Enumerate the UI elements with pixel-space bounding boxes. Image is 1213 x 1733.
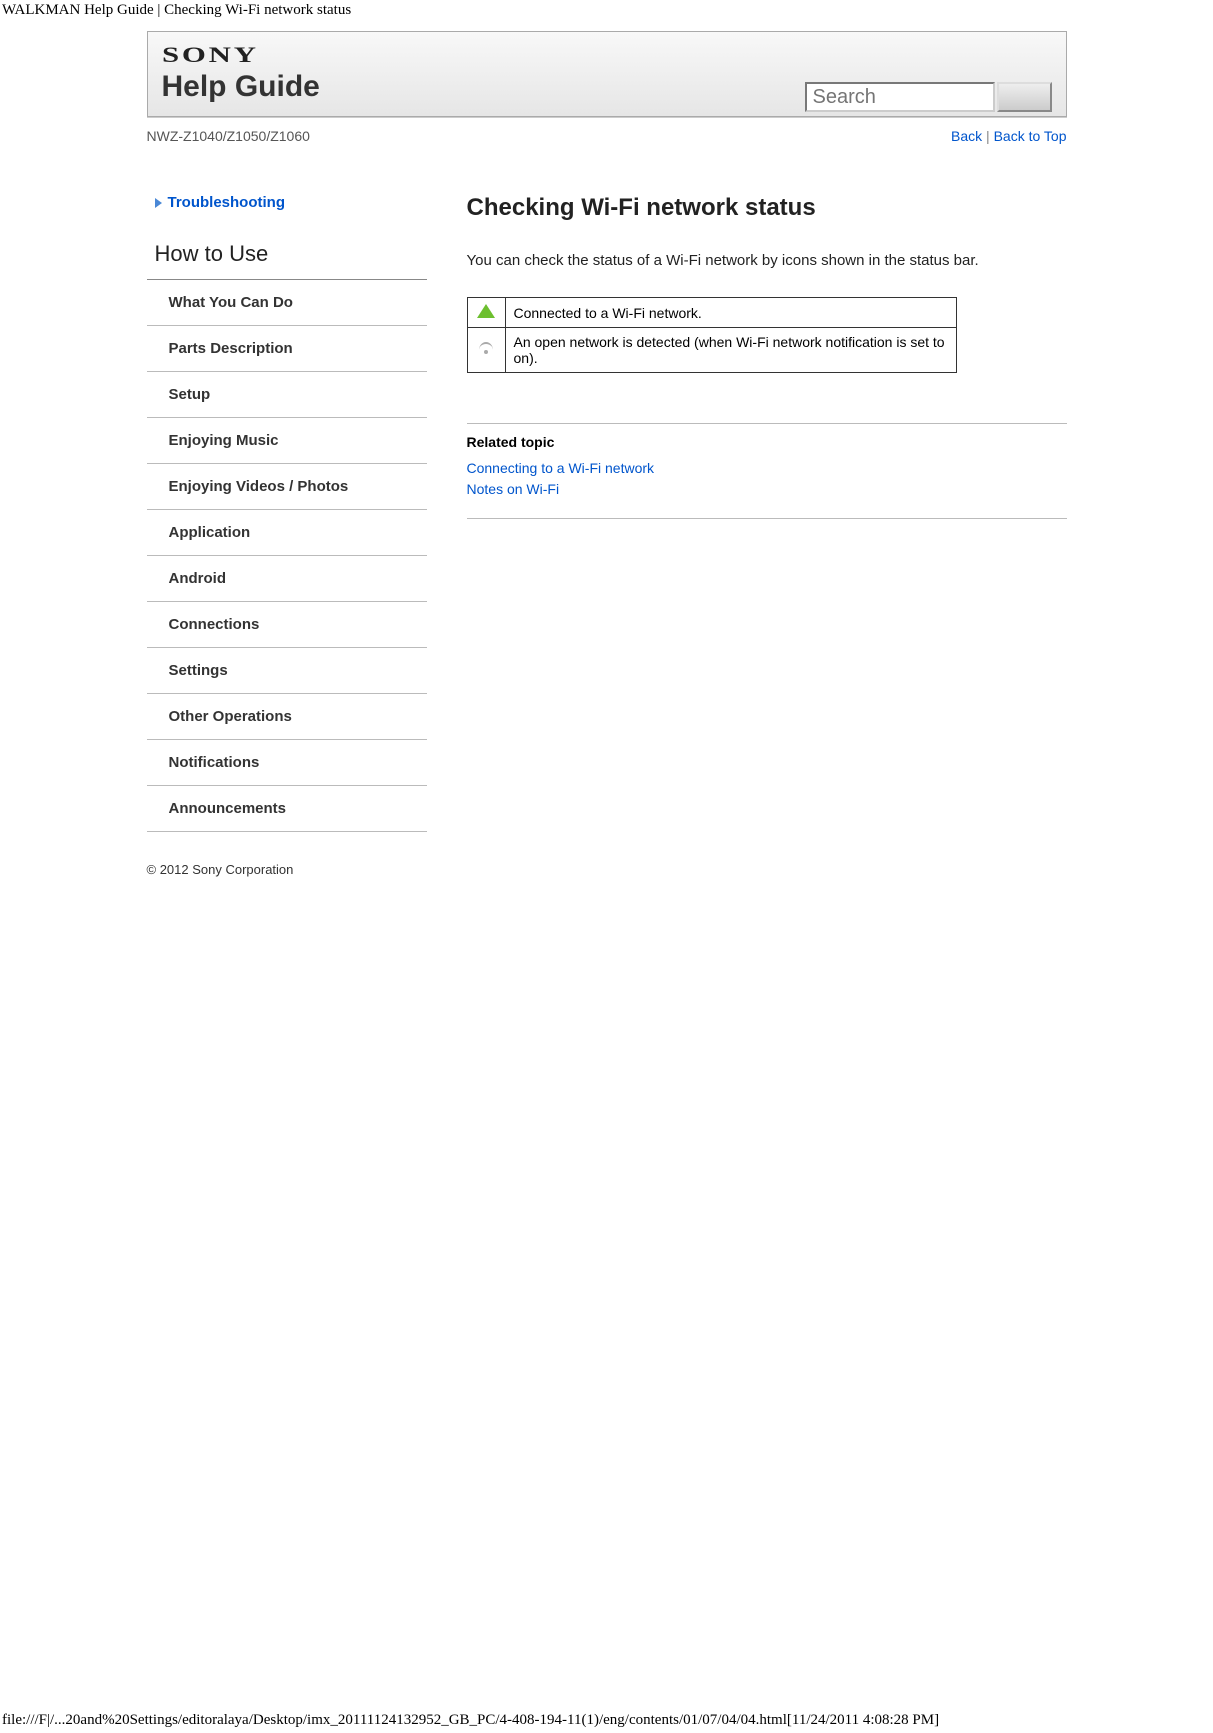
troubleshooting-label: Troubleshooting <box>168 194 286 211</box>
model-row: NWZ-Z1040/Z1050/Z1060 Back | Back to Top <box>147 117 1067 144</box>
wifi-status-table: Connected to a Wi-Fi network. An open ne… <box>467 297 957 373</box>
wifi-open-icon <box>477 342 495 356</box>
related-link-connecting[interactable]: Connecting to a Wi-Fi network <box>467 458 1067 479</box>
copyright-text: © 2012 Sony Corporation <box>147 862 1067 877</box>
content-row: Troubleshooting How to Use What You Can … <box>147 194 1067 832</box>
sidebar-item-application[interactable]: Application <box>147 510 427 556</box>
sidebar-item-announcements[interactable]: Announcements <box>147 786 427 832</box>
article-paragraph: You can check the status of a Wi-Fi netw… <box>467 252 1067 269</box>
search-input[interactable] <box>805 82 995 112</box>
table-row: Connected to a Wi-Fi network. <box>467 298 956 328</box>
nav-sep: | <box>982 128 993 144</box>
search-button[interactable] <box>997 82 1052 112</box>
wifi-connected-icon-cell <box>467 298 505 328</box>
footer-file-path: file:///F|/...20and%20Settings/editorala… <box>2 1712 1211 1729</box>
model-text: NWZ-Z1040/Z1050/Z1060 <box>147 128 310 144</box>
sidebar-item-other-operations[interactable]: Other Operations <box>147 694 427 740</box>
wifi-connected-icon <box>477 304 495 318</box>
sidebar-list: What You Can Do Parts Description Setup … <box>147 280 427 832</box>
article-title: Checking Wi-Fi network status <box>467 194 1067 222</box>
related-topic-heading: Related topic <box>467 434 1067 450</box>
related-topic-block: Related topic Connecting to a Wi-Fi netw… <box>467 423 1067 519</box>
wifi-open-desc: An open network is detected (when Wi-Fi … <box>505 328 956 373</box>
top-nav-links: Back | Back to Top <box>951 128 1066 144</box>
sidebar-item-enjoying-music[interactable]: Enjoying Music <box>147 418 427 464</box>
table-row: An open network is detected (when Wi-Fi … <box>467 328 956 373</box>
wifi-open-icon-cell <box>467 328 505 373</box>
sidebar-item-notifications[interactable]: Notifications <box>147 740 427 786</box>
sidebar-item-settings[interactable]: Settings <box>147 648 427 694</box>
sidebar-item-what-you-can-do[interactable]: What You Can Do <box>147 280 427 326</box>
sidebar-item-android[interactable]: Android <box>147 556 427 602</box>
sidebar-item-enjoying-videos-photos[interactable]: Enjoying Videos / Photos <box>147 464 427 510</box>
wifi-connected-desc: Connected to a Wi-Fi network. <box>505 298 956 328</box>
page-tab-title: WALKMAN Help Guide | Checking Wi-Fi netw… <box>0 0 1213 21</box>
troubleshooting-link[interactable]: Troubleshooting <box>147 194 427 221</box>
sidebar-item-setup[interactable]: Setup <box>147 372 427 418</box>
sidebar: Troubleshooting How to Use What You Can … <box>147 194 427 832</box>
how-to-use-heading: How to Use <box>147 221 427 280</box>
main-container: SONY Help Guide NWZ-Z1040/Z1050/Z1060 Ba… <box>147 31 1067 877</box>
chevron-right-icon <box>155 198 162 208</box>
search-wrap <box>805 82 1052 112</box>
sidebar-item-parts-description[interactable]: Parts Description <box>147 326 427 372</box>
main-content: Checking Wi-Fi network status You can ch… <box>467 194 1067 832</box>
sidebar-item-connections[interactable]: Connections <box>147 602 427 648</box>
header-bar: SONY Help Guide <box>147 31 1067 117</box>
brand-logo: SONY <box>162 42 259 68</box>
related-link-notes[interactable]: Notes on Wi-Fi <box>467 479 1067 500</box>
back-link[interactable]: Back <box>951 128 982 144</box>
back-to-top-link[interactable]: Back to Top <box>994 128 1067 144</box>
